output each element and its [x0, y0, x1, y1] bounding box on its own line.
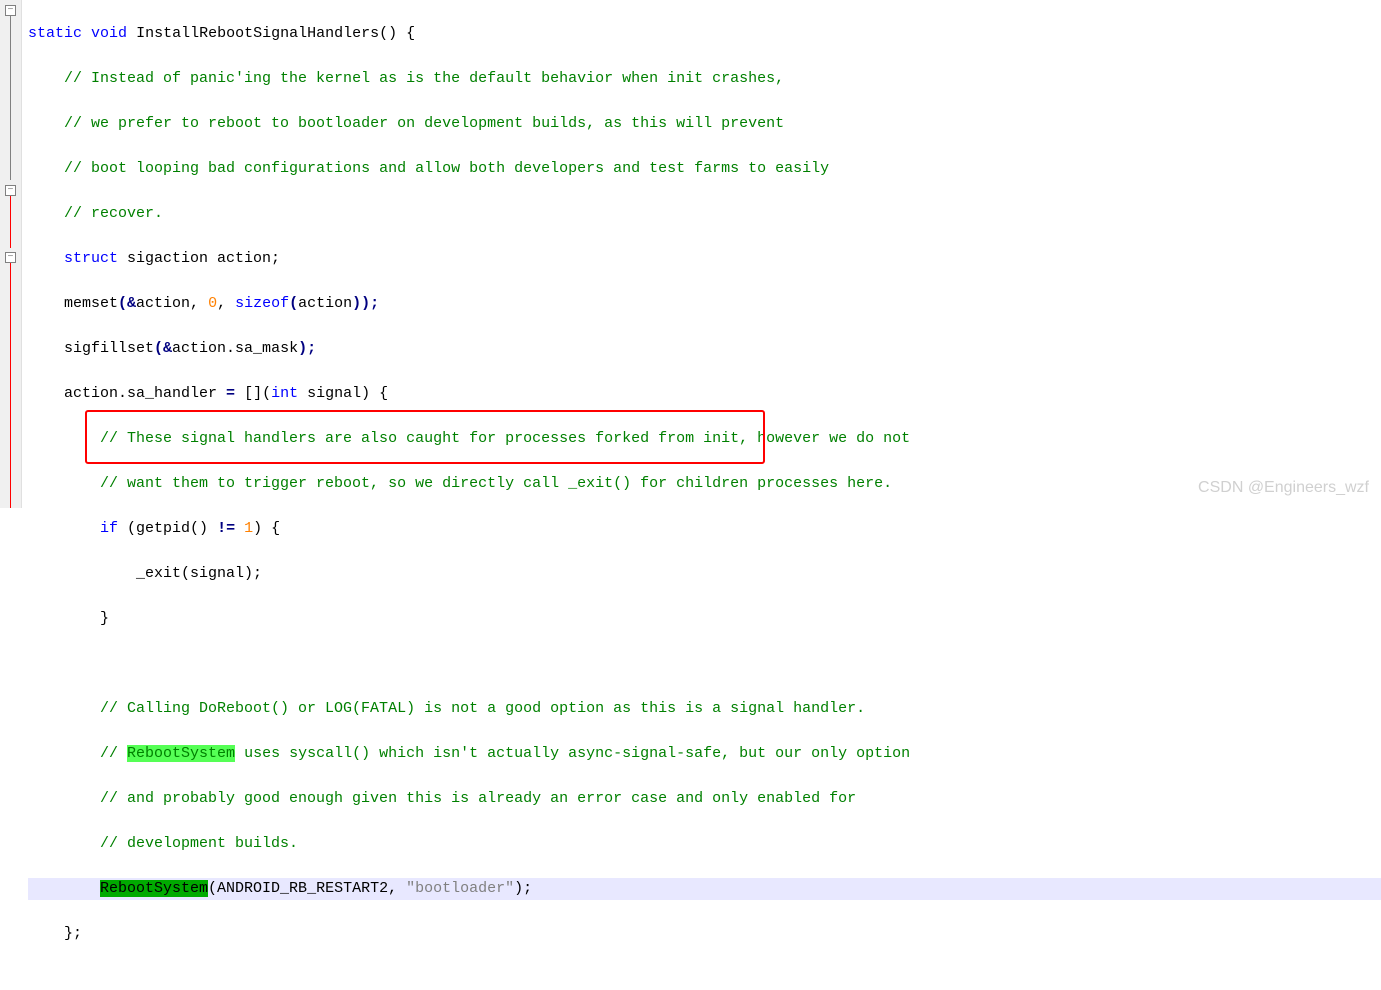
- code-content[interactable]: static void InstallRebootSignalHandlers(…: [22, 0, 1381, 508]
- code-line: struct sigaction action;: [28, 248, 1381, 271]
- code-line-current: RebootSystem(ANDROID_RB_RESTART2, "bootl…: [28, 878, 1381, 901]
- code-line: // Instead of panic'ing the kernel as is…: [28, 68, 1381, 91]
- code-line: };: [28, 923, 1381, 946]
- fold-toggle-icon[interactable]: −: [5, 252, 16, 263]
- code-line: // development builds.: [28, 833, 1381, 856]
- code-line: if (getpid() != 1) {: [28, 518, 1381, 541]
- highlighted-text: RebootSystem: [100, 880, 208, 897]
- fold-toggle-icon[interactable]: −: [5, 5, 16, 16]
- code-line: action.sa_handler = [](int signal) {: [28, 383, 1381, 406]
- code-line: // want them to trigger reboot, so we di…: [28, 473, 1381, 496]
- code-line: sigfillset(&action.sa_mask);: [28, 338, 1381, 361]
- code-line: memset(&action, 0, sizeof(action));: [28, 293, 1381, 316]
- code-line: // boot looping bad configurations and a…: [28, 158, 1381, 181]
- code-line: // recover.: [28, 203, 1381, 226]
- highlighted-text: RebootSystem: [127, 745, 235, 762]
- code-line: static void InstallRebootSignalHandlers(…: [28, 23, 1381, 46]
- code-line: // Calling DoReboot() or LOG(FATAL) is n…: [28, 698, 1381, 721]
- fold-gutter: − − −: [0, 0, 22, 508]
- code-line: // These signal handlers are also caught…: [28, 428, 1381, 451]
- code-line: // and probably good enough given this i…: [28, 788, 1381, 811]
- code-line: [28, 653, 1381, 676]
- code-line: // we prefer to reboot to bootloader on …: [28, 113, 1381, 136]
- code-line: _exit(signal);: [28, 563, 1381, 586]
- fold-toggle-icon[interactable]: −: [5, 185, 16, 196]
- code-editor: − − − static void InstallRebootSignalHan…: [0, 0, 1381, 508]
- code-line: // RebootSystem uses syscall() which isn…: [28, 743, 1381, 766]
- code-line: }: [28, 608, 1381, 631]
